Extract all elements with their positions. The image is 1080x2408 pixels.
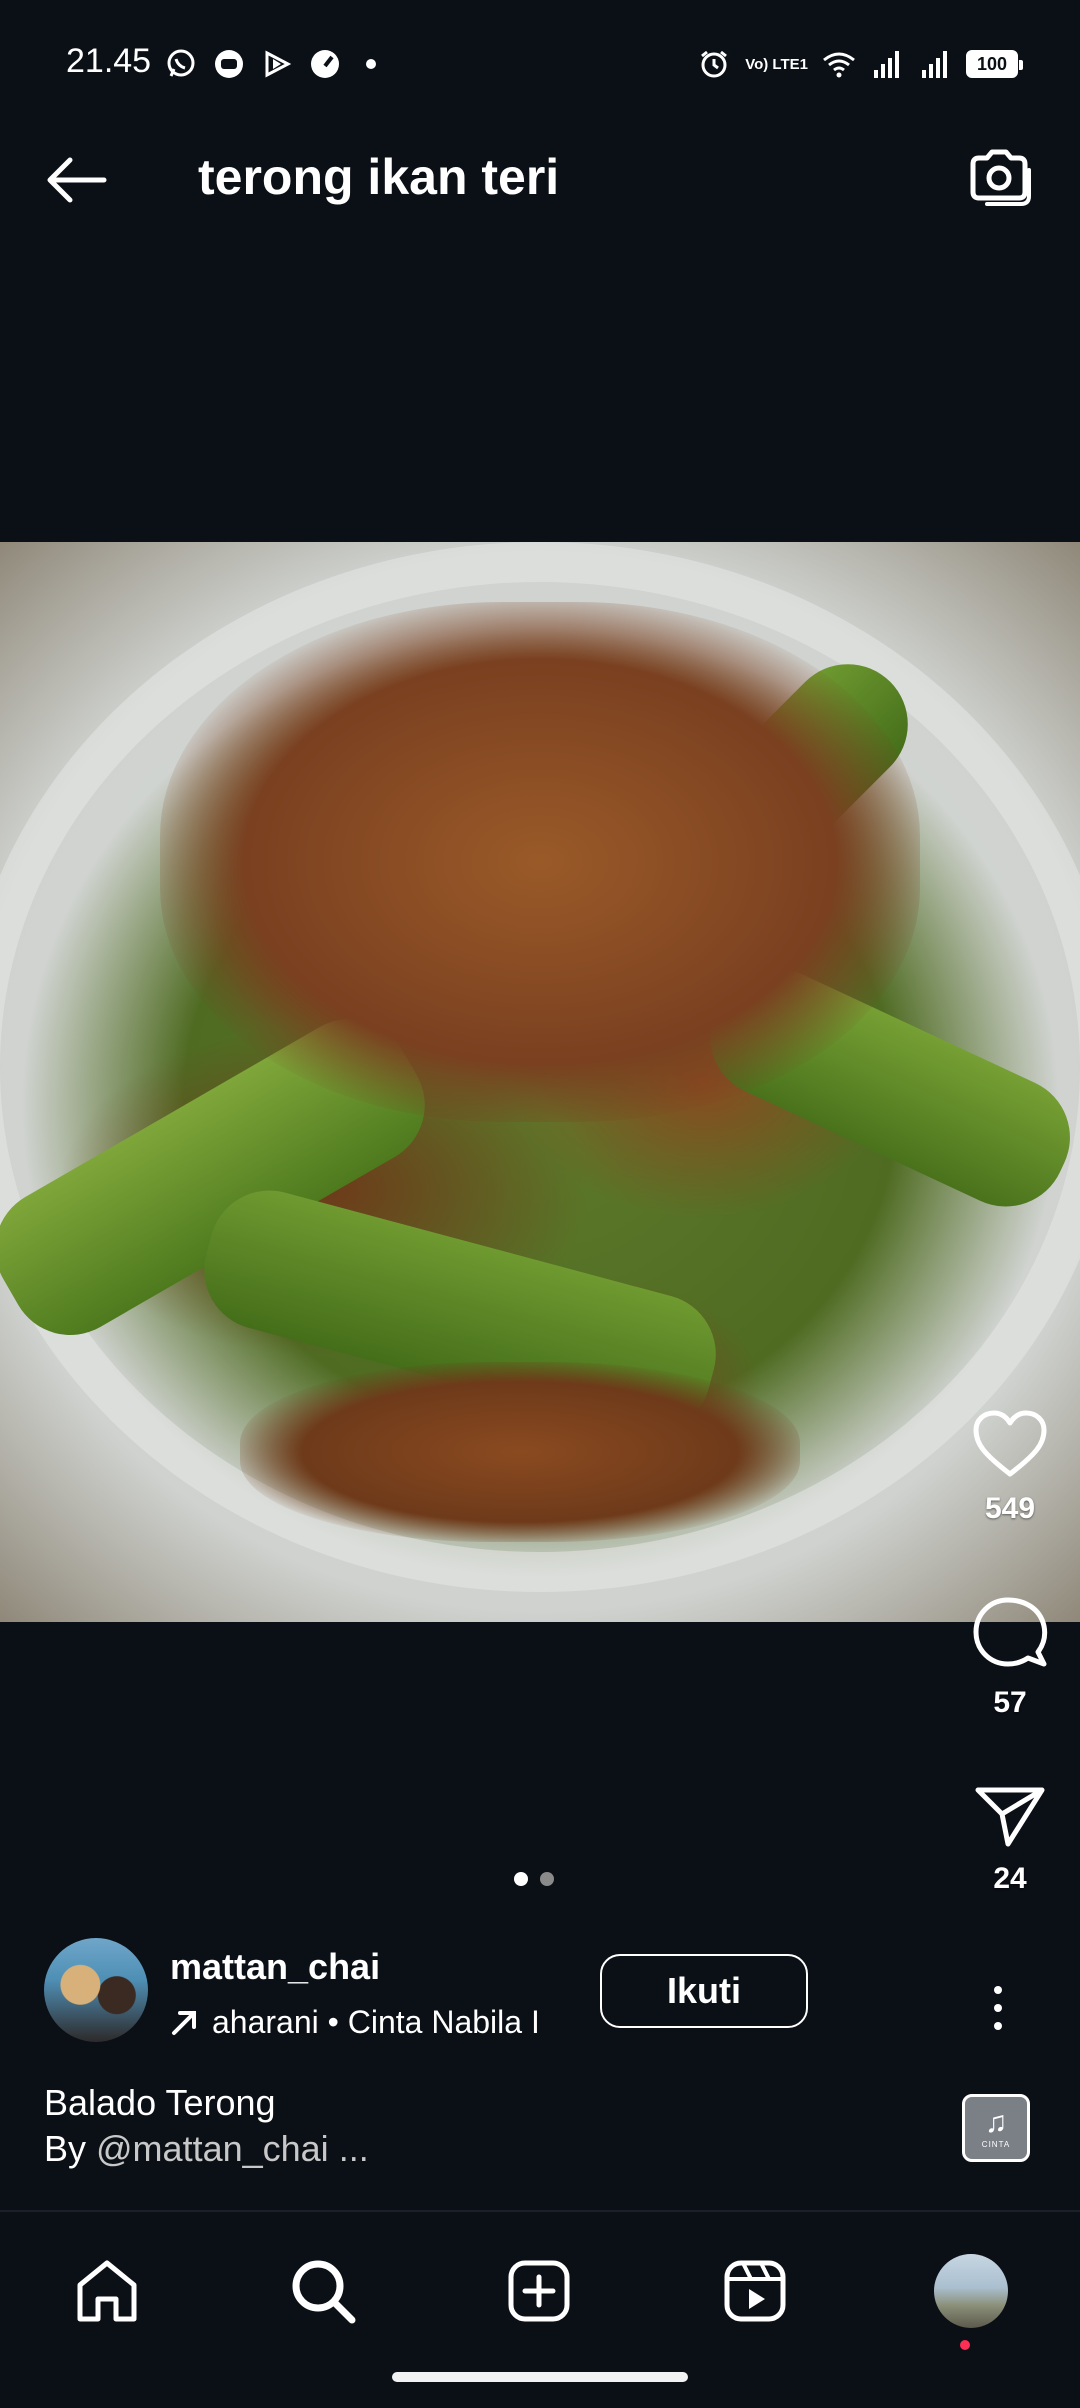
caption-by: By bbox=[44, 2128, 97, 2169]
like-count: 549 bbox=[984, 1492, 1036, 1525]
chat-bubble-icon bbox=[212, 47, 246, 81]
author-row: mattan_chai aharani • Cinta Nabila I Iku… bbox=[44, 1938, 924, 2048]
caption-title: Balado Terong bbox=[44, 2082, 276, 2123]
wifi-icon bbox=[822, 47, 856, 81]
carousel-dot bbox=[540, 1872, 554, 1886]
share-count: 24 bbox=[993, 1862, 1027, 1895]
status-right-icons: Vo) LTE1 100 bbox=[697, 44, 1023, 84]
camera-icon bbox=[970, 149, 1031, 206]
screen: 21.45 Vo) LTE1 100 terong ikan teri 549 … bbox=[0, 0, 1080, 2408]
whatsapp-icon bbox=[164, 47, 198, 81]
comment-count: 57 bbox=[993, 1686, 1027, 1719]
notification-more-dot bbox=[366, 59, 376, 69]
header: terong ikan teri bbox=[0, 130, 1080, 226]
like-button[interactable]: 549 bbox=[960, 1410, 1060, 1526]
audio-text: aharani • Cinta Nabila I bbox=[212, 2003, 540, 2040]
nav-search[interactable] bbox=[278, 2246, 368, 2336]
comment-icon bbox=[973, 1597, 1048, 1667]
carousel-indicator bbox=[514, 1872, 554, 1886]
status-time: 21.45 bbox=[66, 42, 152, 80]
nav-create[interactable] bbox=[494, 2246, 584, 2336]
caption-more[interactable]: ... bbox=[329, 2128, 369, 2169]
status-bar: 21.45 Vo) LTE1 100 bbox=[0, 0, 1080, 100]
play-icon bbox=[260, 47, 294, 81]
caption-byline: By @mattan_chai ... bbox=[44, 2126, 904, 2172]
reels-icon bbox=[724, 2260, 786, 2322]
home-indicator[interactable] bbox=[392, 2372, 688, 2382]
carousel-dot-active bbox=[514, 1872, 528, 1886]
send-icon bbox=[975, 1787, 1045, 1847]
create-icon bbox=[508, 2260, 570, 2322]
follow-button[interactable]: Ikuti bbox=[600, 1954, 808, 2028]
audio-info[interactable]: aharani • Cinta Nabila I bbox=[170, 2002, 574, 2042]
arrow-up-right-icon bbox=[172, 2011, 196, 2035]
profile-avatar bbox=[934, 2254, 1008, 2328]
music-note-icon: ♫ bbox=[984, 2105, 1008, 2139]
more-options-button[interactable] bbox=[978, 1980, 1018, 2036]
more-dot bbox=[994, 2022, 1002, 2030]
more-dot bbox=[994, 2004, 1002, 2012]
signal-icon bbox=[918, 47, 952, 81]
nav-profile[interactable] bbox=[926, 2246, 1016, 2350]
network-type-label: Vo) LTE1 bbox=[745, 55, 808, 73]
comment-button[interactable]: 57 bbox=[960, 1596, 1060, 1720]
alarm-icon bbox=[697, 47, 731, 81]
notification-dot bbox=[960, 2340, 970, 2350]
nav-reels[interactable] bbox=[710, 2246, 800, 2336]
post-caption[interactable]: Balado Terong By @mattan_chai ... bbox=[44, 2080, 904, 2172]
author-username[interactable]: mattan_chai bbox=[170, 1946, 380, 1988]
author-avatar[interactable] bbox=[44, 1938, 148, 2042]
audio-thumbnail[interactable]: ♫ CINTA bbox=[962, 2094, 1030, 2162]
arrow-left-icon bbox=[47, 157, 107, 203]
heart-icon bbox=[973, 1410, 1047, 1477]
page-title: terong ikan teri bbox=[198, 149, 560, 205]
back-button[interactable] bbox=[40, 150, 112, 210]
sambal-topping bbox=[160, 602, 920, 1122]
battery-indicator: 100 bbox=[966, 50, 1023, 78]
camera-button[interactable] bbox=[964, 146, 1034, 210]
post-image[interactable] bbox=[0, 542, 1080, 1622]
share-button[interactable]: 24 bbox=[960, 1784, 1060, 1896]
search-icon bbox=[292, 2260, 356, 2324]
status-left-icons bbox=[164, 44, 376, 84]
audio-thumbnail-tag: CINTA bbox=[981, 2139, 1011, 2149]
signal-icon bbox=[870, 47, 904, 81]
home-icon bbox=[77, 2260, 137, 2322]
caption-handle[interactable]: @mattan_chai bbox=[96, 2128, 329, 2169]
sambal-topping bbox=[240, 1362, 800, 1542]
more-dot bbox=[994, 1986, 1002, 1994]
nav-home[interactable] bbox=[62, 2246, 152, 2336]
speedometer-icon bbox=[308, 47, 342, 81]
